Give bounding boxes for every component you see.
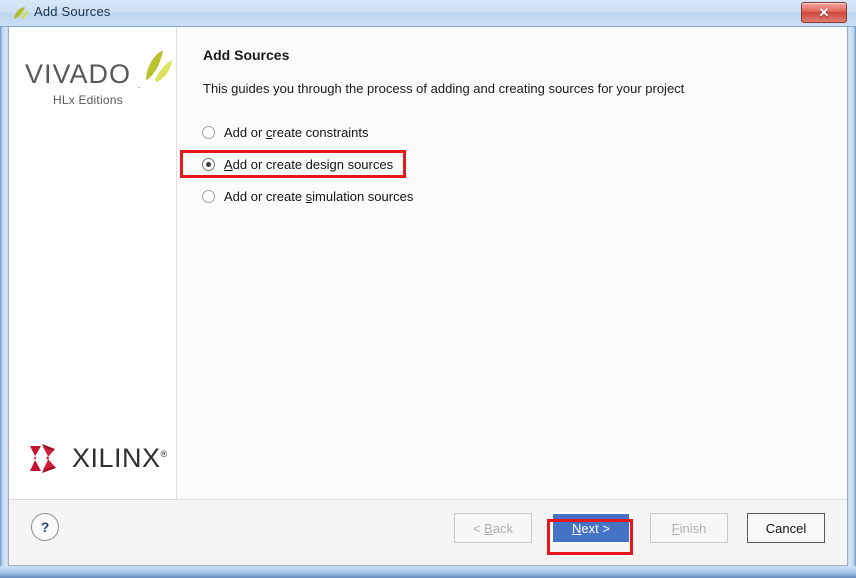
help-glyph: ? bbox=[40, 519, 50, 535]
finish-button-label: Finish bbox=[671, 520, 707, 536]
finish-button[interactable]: Finish bbox=[650, 513, 728, 543]
cancel-button-label: Cancel bbox=[765, 520, 807, 536]
dialog-content: VIVADO . HLx Editions XILINX® Add Source… bbox=[9, 27, 847, 500]
close-glyph: ✕ bbox=[818, 5, 830, 20]
back-button-label: < Back bbox=[472, 520, 514, 536]
dialog-body: VIVADO . HLx Editions XILINX® Add Source… bbox=[8, 27, 848, 566]
xilinx-word-text: XILINX bbox=[72, 443, 161, 473]
radio-icon[interactable] bbox=[202, 157, 215, 171]
xilinx-registered-mark: ® bbox=[160, 449, 168, 459]
xilinx-wordmark: XILINX® bbox=[72, 445, 168, 472]
main-panel: Add Sources This guides you through the … bbox=[177, 27, 847, 500]
page-title: Add Sources bbox=[203, 47, 290, 63]
option-label: Add or create design sources bbox=[224, 156, 394, 172]
window-frame-right bbox=[848, 0, 856, 578]
option-label: Add or create simulation sources bbox=[224, 188, 414, 204]
close-icon[interactable]: ✕ bbox=[801, 2, 847, 23]
vivado-wordmark: VIVADO bbox=[25, 59, 132, 89]
back-button[interactable]: < Back bbox=[454, 513, 532, 543]
vivado-leaf-icon bbox=[146, 50, 172, 82]
page-description: This guides you through the process of a… bbox=[203, 81, 685, 96]
add-sources-dialog: Add Sources ✕ VIVADO . HLx Editions XILI… bbox=[0, 0, 856, 578]
option-label: Add or create constraints bbox=[224, 124, 369, 140]
next-button[interactable]: Next > bbox=[551, 512, 631, 544]
radio-icon[interactable] bbox=[202, 189, 215, 203]
source-type-radio-group: Add or create constraints Add or create … bbox=[202, 121, 622, 217]
dialog-footer: ? < Back Next > Finish Cancel bbox=[9, 499, 847, 565]
window-frame-left bbox=[0, 0, 8, 578]
radio-icon[interactable] bbox=[202, 125, 215, 139]
xilinx-mark-icon bbox=[30, 444, 56, 473]
option-simulation-sources[interactable]: Add or create simulation sources bbox=[202, 185, 622, 207]
branding-panel: VIVADO . HLx Editions XILINX® bbox=[9, 27, 177, 500]
cancel-button[interactable]: Cancel bbox=[747, 513, 825, 543]
window-frame-bottom bbox=[0, 566, 856, 578]
dialog-button-bar: < Back Next > Finish Cancel bbox=[454, 512, 825, 544]
xilinx-logo: XILINX® bbox=[29, 443, 168, 474]
vivado-logo: VIVADO . HLx Editions bbox=[25, 49, 172, 109]
option-constraints[interactable]: Add or create constraints bbox=[202, 121, 622, 143]
title-bar[interactable]: Add Sources ✕ bbox=[0, 0, 856, 27]
help-icon[interactable]: ? bbox=[31, 513, 59, 541]
vivado-logo-icon bbox=[14, 7, 28, 19]
window-title: Add Sources bbox=[34, 4, 111, 19]
next-button-label: Next > bbox=[572, 520, 610, 536]
option-design-sources[interactable]: Add or create design sources bbox=[202, 153, 622, 175]
vivado-subtitle: HLx Editions bbox=[53, 93, 123, 107]
